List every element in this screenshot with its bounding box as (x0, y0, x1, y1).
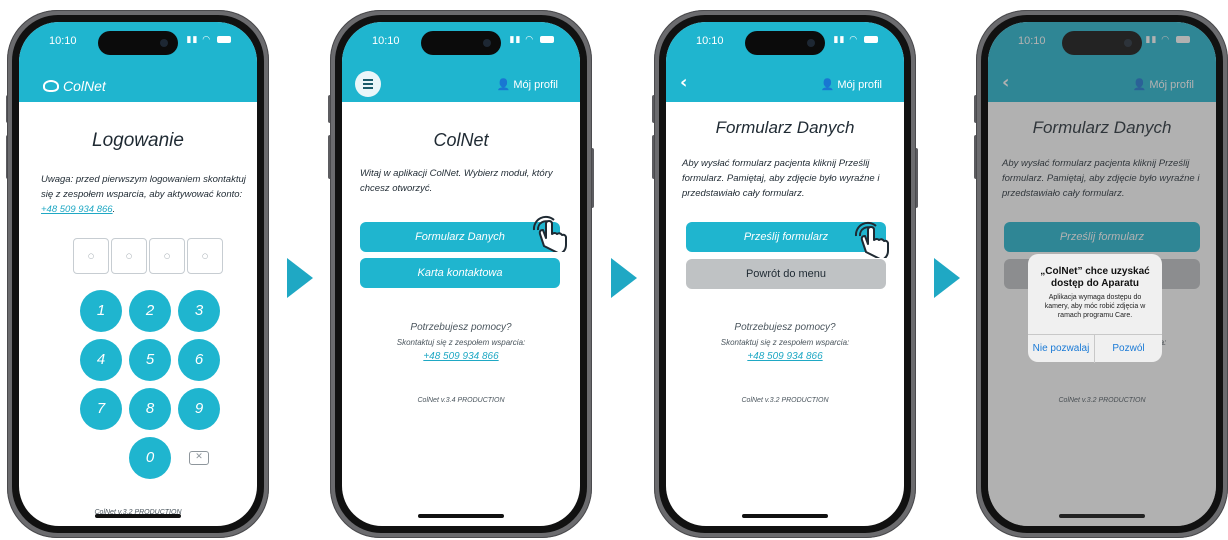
user-icon: 👤 (820, 79, 835, 91)
keypad-key-8[interactable]: 8 (129, 388, 171, 430)
dynamic-island (421, 31, 501, 55)
allow-button[interactable]: Pozwól (1095, 335, 1162, 363)
tap-gesture-icon (854, 221, 889, 258)
dynamic-island (98, 31, 178, 55)
signal-wifi-battery-icon: ▮▮ ◠ (834, 35, 878, 45)
next-step-arrow-icon (287, 258, 313, 298)
status-time: 10:10 (696, 35, 724, 47)
pin-digit-3[interactable]: ○ (149, 238, 185, 274)
phone-form: 10:10 ▮▮ ◠ ‹ 👤 Mój profil Formularz Dany… (654, 10, 916, 538)
contact-card-button[interactable]: Karta kontaktowa (360, 258, 560, 288)
my-profile-link[interactable]: 👤 Mój profil (497, 78, 558, 91)
permission-screen: 10:10 ▮▮ ◠ ‹ 👤 Mój profil Formularz Dany… (988, 22, 1216, 526)
back-to-menu-button[interactable]: Powrót do menu (686, 259, 886, 289)
alert-actions: Nie pozwalaj Pozwól (1028, 334, 1162, 363)
keypad-key-9[interactable]: 9 (178, 388, 220, 430)
app-title: ColNet (43, 78, 106, 94)
dynamic-island (745, 31, 825, 55)
phone-login: 10:10 ▮▮ ◠ ColNet Logowanie Uwaga: przed… (7, 10, 269, 538)
status-bar: 10:10 ▮▮ ◠ (666, 22, 904, 60)
pin-digit-4[interactable]: ○ (187, 238, 223, 274)
page-title: ColNet (433, 130, 489, 150)
keypad-key-0[interactable]: 0 (129, 437, 171, 479)
tap-gesture-icon (532, 215, 567, 252)
tutorial-strip: 10:10 ▮▮ ◠ ColNet Logowanie Uwaga: przed… (0, 0, 1228, 540)
backspace-icon[interactable]: ✕ (189, 451, 209, 465)
status-bar: 10:10 ▮▮ ◠ (19, 22, 257, 60)
help-subtitle: Skontaktuj się z zespołem wsparcia: (396, 338, 526, 347)
keypad-key-6[interactable]: 6 (178, 339, 220, 381)
form-screen: 10:10 ▮▮ ◠ ‹ 👤 Mój profil Formularz Dany… (666, 22, 904, 526)
page-title: Logowanie (92, 130, 184, 151)
hamburger-menu-icon[interactable] (355, 71, 381, 97)
camera-permission-alert: „ColNet” chce uzyskać dostęp do Aparatu … (1028, 254, 1162, 363)
phone-menu: 10:10 ▮▮ ◠ 👤 Mój profil ColNet Witaj w a… (330, 10, 592, 538)
signal-wifi-battery-icon: ▮▮ ◠ (187, 35, 231, 45)
keypad-key-3[interactable]: 3 (178, 290, 220, 332)
next-step-arrow-icon (934, 258, 960, 298)
deny-button[interactable]: Nie pozwalaj (1028, 335, 1095, 363)
status-bar: 10:10 ▮▮ ◠ (342, 22, 580, 60)
signal-wifi-battery-icon: ▮▮ ◠ (510, 35, 554, 45)
home-indicator (1059, 514, 1145, 518)
help-phone-link[interactable]: +48 509 934 866 (342, 351, 580, 362)
keypad-key-2[interactable]: 2 (129, 290, 171, 332)
home-indicator (742, 514, 828, 518)
home-indicator (418, 514, 504, 518)
colnet-logo-icon (43, 80, 59, 92)
menu-screen: 10:10 ▮▮ ◠ 👤 Mój profil ColNet Witaj w a… (342, 22, 580, 526)
help-question: Potrzebujesz pomocy? (734, 322, 836, 333)
login-screen: 10:10 ▮▮ ◠ ColNet Logowanie Uwaga: przed… (19, 22, 257, 526)
help-question: Potrzebujesz pomocy? (410, 322, 512, 333)
keypad-key-1[interactable]: 1 (80, 290, 122, 332)
user-icon: 👤 (496, 79, 511, 91)
my-profile-link[interactable]: 👤 Mój profil (821, 78, 882, 91)
phone-permission: 10:10 ▮▮ ◠ ‹ 👤 Mój profil Formularz Dany… (976, 10, 1228, 538)
page-title: Formularz Danych (715, 118, 855, 137)
status-time: 10:10 (372, 35, 400, 47)
app-version: ColNet v.3.4 PRODUCTION (417, 397, 505, 404)
help-phone-link[interactable]: +48 509 934 866 (666, 351, 904, 362)
alert-message: Aplikacja wymaga dostępu do kamery, aby … (1044, 294, 1146, 319)
alert-title: „ColNet” chce uzyskać dostęp do Aparatu (1040, 266, 1150, 289)
pin-digit-2[interactable]: ○ (111, 238, 147, 274)
next-step-arrow-icon (611, 258, 637, 298)
app-version: ColNet v.3.2 PRODUCTION (741, 397, 829, 404)
welcome-text: Witaj w aplikacji ColNet. Wybierz moduł,… (360, 168, 553, 194)
home-indicator (95, 514, 181, 518)
keypad-key-5[interactable]: 5 (129, 339, 171, 381)
keypad-key-7[interactable]: 7 (80, 388, 122, 430)
pin-digit-1[interactable]: ○ (73, 238, 109, 274)
help-subtitle: Skontaktuj się z zespołem wsparcia: (720, 338, 850, 347)
support-phone-link[interactable]: +48 509 934 866 (41, 204, 113, 215)
keypad-key-4[interactable]: 4 (80, 339, 122, 381)
activation-notice: Uwaga: przed pierwszym logowaniem skonta… (41, 174, 246, 215)
back-arrow-icon[interactable]: ‹ (680, 72, 687, 93)
form-instructions: Aby wysłać formularz pacjenta kliknij Pr… (682, 158, 880, 199)
status-time: 10:10 (49, 35, 77, 47)
